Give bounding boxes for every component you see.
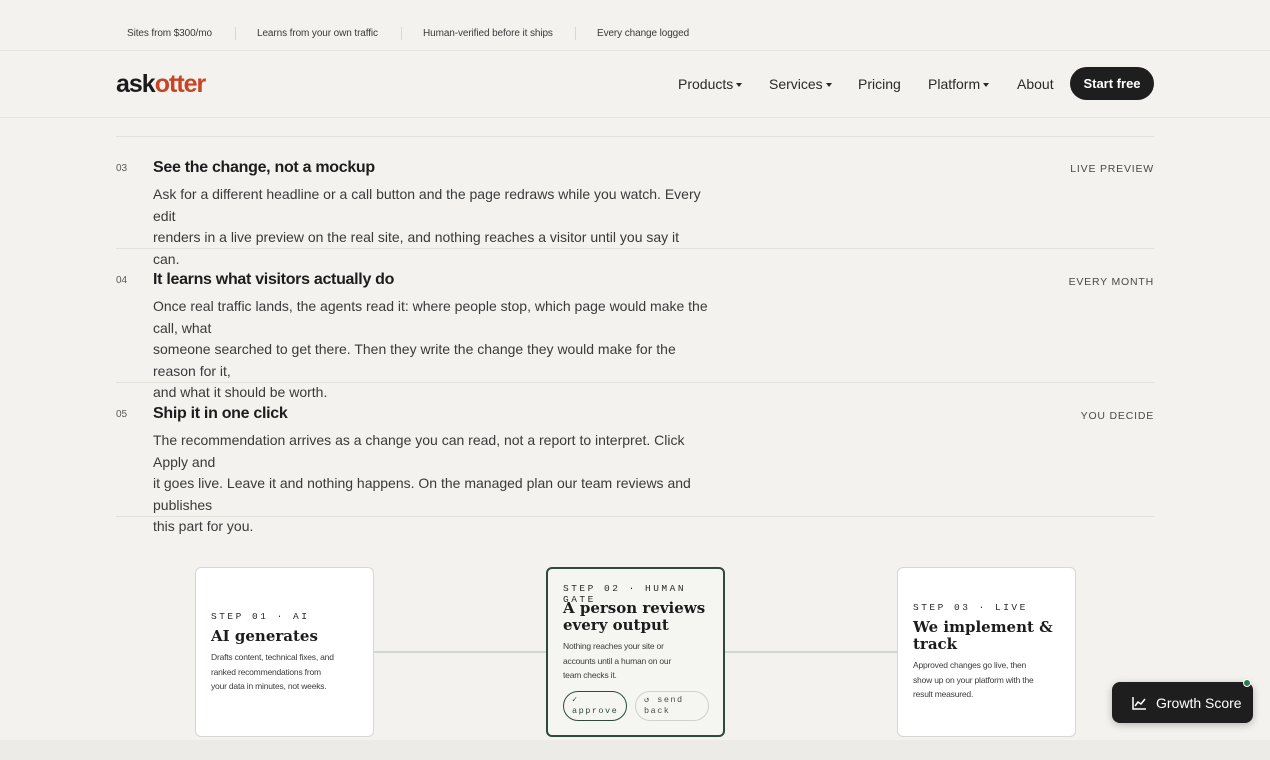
step-description-line: this part for you. bbox=[153, 518, 254, 534]
step-title: See the change, not a mockup bbox=[153, 159, 375, 176]
card-title-line: track bbox=[913, 635, 958, 653]
card-title-line: We implement & bbox=[913, 618, 1053, 636]
step-number: 05 bbox=[116, 409, 128, 420]
growth-score-button[interactable]: Growth Score bbox=[1112, 679, 1253, 723]
chevron-down-icon bbox=[825, 83, 832, 87]
growth-score-label: Growth Score bbox=[1156, 694, 1242, 711]
top-announcement-strip: Sites from $300/mo Learns from your own … bbox=[0, 0, 1270, 51]
row-divider bbox=[116, 248, 1154, 249]
step-description: Once real traffic lands, the agents read… bbox=[153, 296, 708, 404]
card-body-line: show up on your platform with the bbox=[913, 674, 1034, 685]
card-body-line: Drafts content, technical fixes, and bbox=[211, 652, 334, 662]
card-title-line: A person reviews bbox=[563, 599, 706, 617]
process-card-live: STEP 03 · LIVE We implement & track Appr… bbox=[897, 567, 1076, 737]
nav-pricing[interactable]: Pricing bbox=[858, 76, 901, 92]
step-title: Ship it in one click bbox=[153, 405, 288, 422]
nav-platform-label: Platform bbox=[928, 76, 981, 92]
card-body-line: accounts until a human on our bbox=[563, 655, 672, 666]
step-number: 04 bbox=[116, 275, 128, 286]
askotter-logo[interactable]: askotter bbox=[116, 70, 207, 99]
strip-item-verified: Human-verified before it ships bbox=[423, 28, 553, 39]
step-tag: LIVE PREVIEW bbox=[1070, 163, 1154, 175]
strip-divider bbox=[401, 27, 402, 40]
nav-products[interactable]: Products bbox=[678, 76, 743, 92]
start-free-button[interactable]: Start free bbox=[1070, 67, 1154, 100]
card-body-line: your data in minutes, not weeks. bbox=[211, 681, 327, 691]
logo-ask: ask bbox=[116, 70, 156, 98]
card-step-label: STEP 01 · AI bbox=[211, 611, 310, 622]
row-divider bbox=[116, 136, 1154, 137]
step-description-line: and what it should be worth. bbox=[153, 384, 328, 400]
strip-item-logged: Every change logged bbox=[597, 28, 690, 39]
step-description: Ask for a different headline or a call b… bbox=[153, 184, 708, 270]
nav-products-label: Products bbox=[678, 76, 734, 92]
step-number: 03 bbox=[116, 163, 128, 174]
card-body-line: Nothing reaches your site or bbox=[563, 641, 664, 651]
card-body: Approved changes go live, then show up o… bbox=[913, 658, 1073, 702]
card-title-line: every output bbox=[563, 616, 669, 634]
chevron-down-icon bbox=[983, 83, 990, 87]
card-body: Nothing reaches your site or accounts un… bbox=[563, 639, 723, 683]
nav-platform[interactable]: Platform bbox=[928, 76, 990, 92]
step-tag: YOU DECIDE bbox=[1080, 410, 1154, 422]
main-navigation: askotter Products Services Pricing Platf… bbox=[0, 51, 1270, 118]
step-description-line: Ask for a different headline or a call b… bbox=[153, 186, 701, 224]
step-description: The recommendation arrives as a change y… bbox=[153, 430, 708, 538]
process-connector bbox=[374, 651, 546, 653]
card-title-line: AI generates bbox=[211, 627, 318, 645]
chart-line-icon bbox=[1132, 696, 1146, 710]
strip-divider bbox=[575, 27, 576, 40]
card-step-label: STEP 03 · LIVE bbox=[913, 602, 1028, 613]
row-divider bbox=[116, 382, 1154, 383]
send-back-button[interactable]: ↺ send back bbox=[635, 691, 709, 721]
step-description-line: it goes live. Leave it and nothing happe… bbox=[153, 475, 691, 513]
strip-item-pricing: Sites from $300/mo bbox=[127, 28, 212, 39]
card-body-line: result measured. bbox=[913, 689, 974, 699]
step-tag: EVERY MONTH bbox=[1068, 276, 1154, 288]
card-body-line: ranked recommendations from bbox=[211, 666, 321, 677]
chevron-down-icon bbox=[736, 83, 743, 87]
row-divider bbox=[116, 516, 1154, 517]
process-card-ai: STEP 01 · AI AI generates Drafts content… bbox=[195, 567, 374, 737]
card-title: A person reviews every output bbox=[563, 600, 705, 634]
card-title: We implement & track bbox=[913, 619, 1053, 653]
approve-button[interactable]: ✓ approve bbox=[563, 691, 627, 721]
card-title: AI generates bbox=[211, 628, 318, 645]
logo-otter: otter bbox=[154, 70, 207, 98]
strip-item-learns: Learns from your own traffic bbox=[257, 28, 378, 39]
process-connector bbox=[725, 651, 897, 653]
card-body: Drafts content, technical fixes, and ran… bbox=[211, 650, 371, 694]
card-body-line: Approved changes go live, then bbox=[913, 660, 1027, 670]
nav-about[interactable]: About bbox=[1017, 76, 1054, 92]
nav-services[interactable]: Services bbox=[769, 76, 832, 92]
footer-band bbox=[0, 740, 1270, 760]
strip-divider bbox=[235, 27, 236, 40]
step-description-line: Once real traffic lands, the agents read… bbox=[153, 298, 708, 336]
nav-services-label: Services bbox=[769, 76, 823, 92]
step-description-line: someone searched to get there. Then they… bbox=[153, 341, 676, 379]
step-title: It learns what visitors actually do bbox=[153, 271, 395, 288]
status-dot bbox=[1243, 679, 1251, 687]
step-description-line: The recommendation arrives as a change y… bbox=[153, 432, 685, 470]
process-card-human-gate: STEP 02 · HUMAN GATE A person reviews ev… bbox=[546, 567, 725, 737]
card-body-line: team checks it. bbox=[563, 670, 617, 680]
